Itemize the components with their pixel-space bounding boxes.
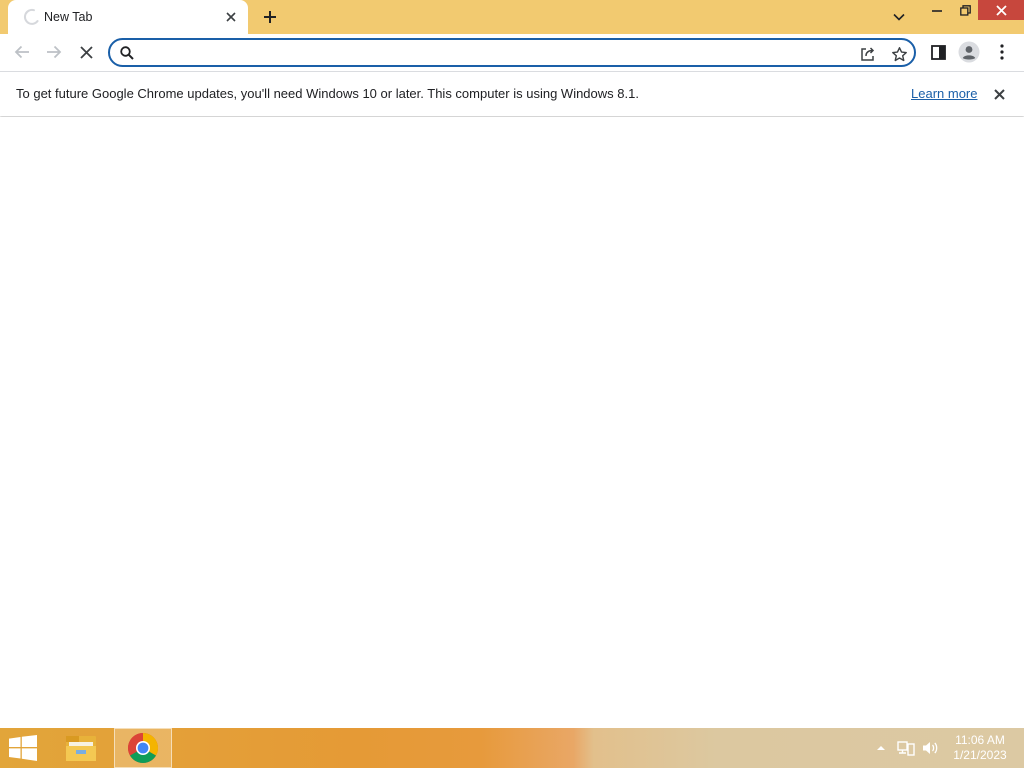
network-icon[interactable] (896, 739, 916, 757)
new-tab-plus-icon[interactable] (259, 6, 281, 28)
minimize-icon[interactable] (922, 0, 952, 20)
update-infobar: To get future Google Chrome updates, you… (0, 71, 1024, 116)
tab-title: New Tab (44, 10, 93, 24)
side-panel-icon[interactable] (926, 40, 950, 64)
windows-start-icon[interactable] (8, 735, 38, 761)
profile-avatar-icon[interactable] (957, 40, 981, 64)
tab-close-icon[interactable] (222, 8, 240, 26)
address-bar[interactable] (108, 38, 916, 67)
window-close-icon[interactable] (978, 0, 1024, 20)
system-clock[interactable]: 11:06 AM 1/21/2023 (950, 733, 1010, 763)
browser-toolbar (0, 34, 1024, 71)
file-explorer-icon[interactable] (52, 728, 110, 768)
restore-icon[interactable] (952, 0, 978, 20)
address-input[interactable] (140, 43, 840, 63)
volume-icon[interactable] (920, 739, 940, 757)
loading-spinner-icon (22, 8, 40, 26)
learn-more-link[interactable]: Learn more (911, 86, 977, 102)
infobar-close-icon[interactable] (990, 85, 1008, 103)
back-arrow-icon[interactable] (10, 40, 34, 64)
stop-loading-icon[interactable] (74, 40, 98, 64)
bookmark-star-icon[interactable] (889, 44, 909, 64)
share-icon[interactable] (858, 44, 878, 64)
tab-new-tab[interactable]: New Tab (8, 0, 248, 34)
clock-time: 11:06 AM (955, 733, 1005, 747)
chrome-taskbar-icon[interactable] (114, 728, 172, 768)
forward-arrow-icon[interactable] (42, 40, 66, 64)
infobar-message: To get future Google Chrome updates, you… (16, 86, 639, 101)
more-menu-icon[interactable] (990, 40, 1014, 64)
windows-taskbar: 11:06 AM 1/21/2023 (0, 728, 1024, 768)
show-hidden-icons-icon[interactable] (873, 739, 889, 757)
clock-date: 1/21/2023 (953, 748, 1007, 762)
title-bar: New Tab (0, 0, 1024, 34)
page-content (0, 117, 1024, 728)
search-icon (119, 45, 135, 61)
tab-search-chevron-icon[interactable] (888, 6, 910, 28)
